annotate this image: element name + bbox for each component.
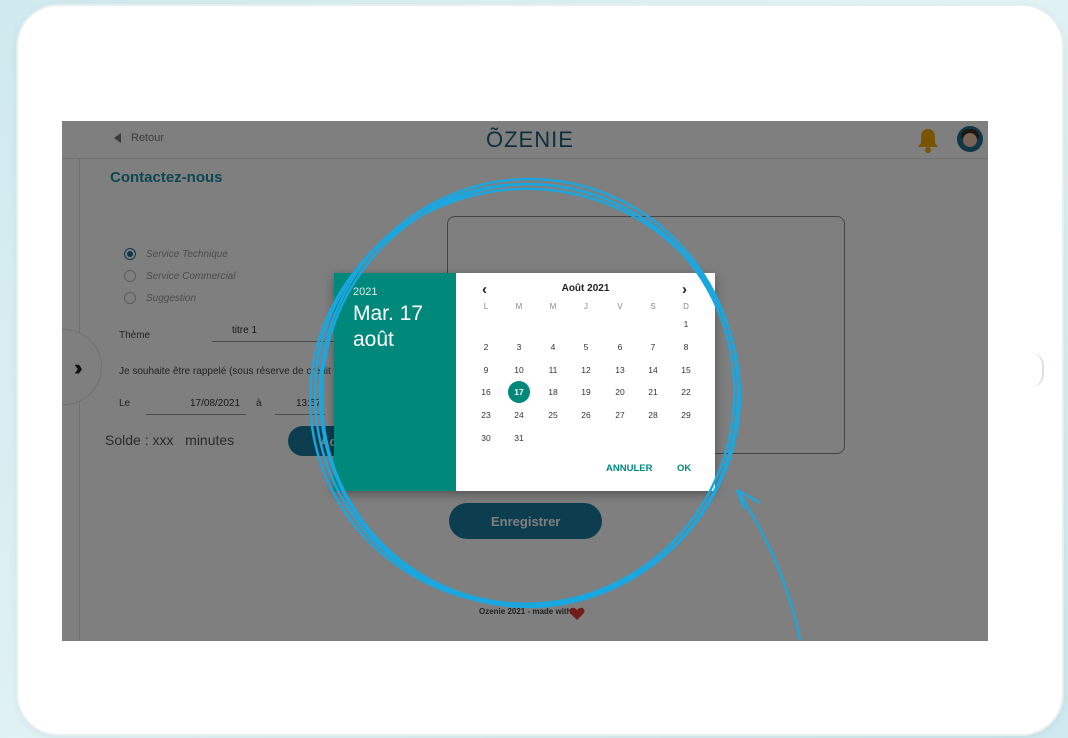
weekday-label: J <box>584 302 588 311</box>
weekday-label: V <box>617 302 623 311</box>
picker-year[interactable]: 2021 <box>353 286 377 298</box>
day-cell[interactable]: 10 <box>508 359 530 381</box>
day-cell[interactable]: 28 <box>642 404 664 426</box>
day-cell[interactable]: 9 <box>475 359 497 381</box>
day-cell[interactable]: 4 <box>542 336 564 358</box>
day-cell[interactable]: 11 <box>542 359 564 381</box>
day-cell-selected[interactable]: 17 <box>508 381 530 403</box>
weekday-label: M <box>515 302 523 311</box>
day-cell[interactable]: 8 <box>675 336 697 358</box>
day-cell[interactable]: 1 <box>675 313 697 335</box>
ok-button[interactable]: OK <box>677 463 691 474</box>
month-navigation: ‹ Août 2021 › <box>456 281 715 298</box>
day-cell[interactable]: 6 <box>609 336 631 358</box>
day-cell[interactable]: 3 <box>508 336 530 358</box>
weekday-label: M <box>549 302 557 311</box>
date-picker-dialog: 2021 Mar. 17 août ‹ Août 2021 › LMMJVSD … <box>334 273 715 491</box>
day-cell[interactable]: 19 <box>575 381 597 403</box>
day-cell[interactable]: 15 <box>675 359 697 381</box>
day-cell[interactable]: 23 <box>475 404 497 426</box>
day-cell[interactable]: 22 <box>675 381 697 403</box>
day-cell[interactable]: 25 <box>542 404 564 426</box>
day-cell[interactable]: 27 <box>609 404 631 426</box>
month-label: Août 2021 <box>561 283 610 294</box>
day-cell[interactable]: 30 <box>475 427 497 449</box>
date-picker-header: 2021 Mar. 17 août <box>334 273 456 491</box>
weekday-label: L <box>483 302 489 311</box>
day-cell[interactable]: 13 <box>609 359 631 381</box>
day-cell[interactable]: 16 <box>475 381 497 403</box>
day-cell[interactable]: 7 <box>642 336 664 358</box>
day-cell[interactable]: 29 <box>675 404 697 426</box>
day-cell[interactable]: 14 <box>642 359 664 381</box>
date-picker-body: ‹ Août 2021 › LMMJVSD 1 2 3 4 5 6 7 8 9 10 11 12 13 1… <box>456 273 715 491</box>
cancel-button[interactable]: ANNULER <box>606 463 652 474</box>
day-cell[interactable]: 20 <box>609 381 631 403</box>
next-month-icon[interactable]: › <box>682 281 687 298</box>
day-cell[interactable]: 12 <box>575 359 597 381</box>
day-cell[interactable]: 21 <box>642 381 664 403</box>
day-cell[interactable]: 2 <box>475 336 497 358</box>
weekday-label: D <box>683 302 689 311</box>
day-cell[interactable]: 26 <box>575 404 597 426</box>
picker-selected-date: Mar. 17 août <box>353 302 424 351</box>
day-cell[interactable]: 31 <box>508 427 530 449</box>
app-screen: Retour ÕZENIE ›› Contactez-nous Service … <box>62 121 988 641</box>
day-cell[interactable]: 5 <box>575 336 597 358</box>
day-cell[interactable]: 24 <box>508 404 530 426</box>
weekday-label: S <box>650 302 656 311</box>
day-cell[interactable]: 18 <box>542 381 564 403</box>
